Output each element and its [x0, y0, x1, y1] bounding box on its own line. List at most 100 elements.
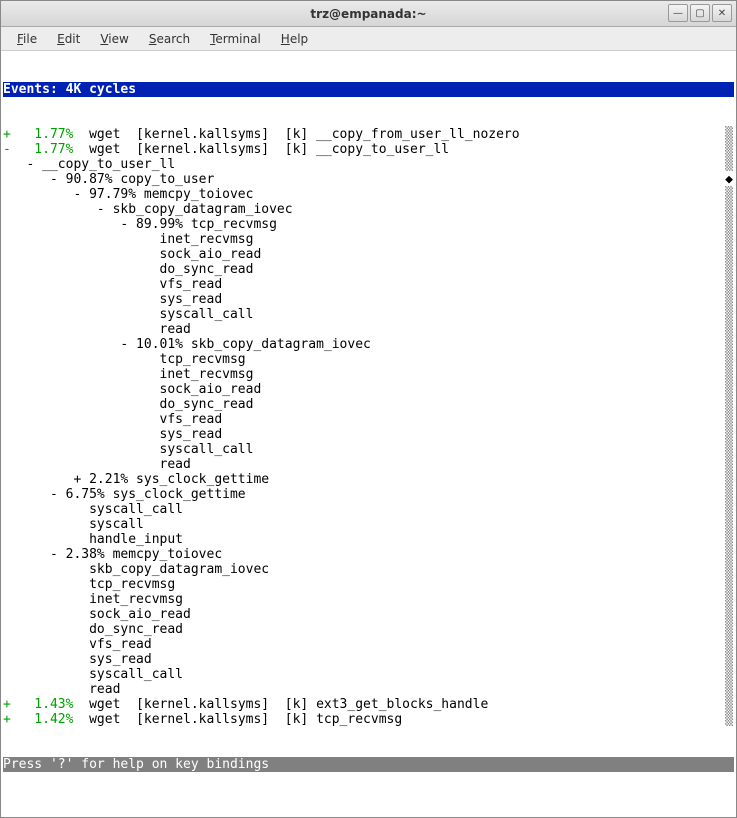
output-line[interactable]: sock_aio_read▒ [3, 382, 734, 397]
scroll-indicator[interactable]: ▒ [724, 697, 734, 712]
output-line[interactable]: read▒ [3, 322, 734, 337]
scroll-indicator[interactable]: ▒ [724, 502, 734, 517]
menu-edit[interactable]: Edit [47, 29, 90, 49]
scroll-indicator[interactable]: ▒ [724, 562, 734, 577]
menu-help[interactable]: Help [271, 29, 318, 49]
scroll-indicator[interactable]: ▒ [724, 457, 734, 472]
scroll-indicator[interactable]: ▒ [724, 622, 734, 637]
output-line[interactable]: - 10.01% skb_copy_datagram_iovec▒ [3, 337, 734, 352]
scroll-indicator[interactable]: ▒ [724, 232, 734, 247]
scroll-indicator[interactable]: ▒ [724, 412, 734, 427]
output-line[interactable]: tcp_recvmsg▒ [3, 577, 734, 592]
scroll-indicator[interactable]: ▒ [724, 442, 734, 457]
output-line[interactable]: + 1.77% wget [kernel.kallsyms] [k] __cop… [3, 127, 734, 142]
events-header: Events: 4K cycles [3, 82, 734, 97]
scroll-indicator[interactable]: ▒ [724, 307, 734, 322]
output-line[interactable]: inet_recvmsg▒ [3, 367, 734, 382]
output-line[interactable]: - 89.99% tcp_recvmsg▒ [3, 217, 734, 232]
output-line[interactable]: do_sync_read▒ [3, 397, 734, 412]
output-line[interactable]: inet_recvmsg▒ [3, 232, 734, 247]
scroll-indicator[interactable]: ▒ [724, 652, 734, 667]
line-content: - 6.75% sys_clock_gettime [3, 487, 724, 502]
output-line[interactable]: skb_copy_datagram_iovec▒ [3, 562, 734, 577]
titlebar[interactable]: trz@empanada:~ — ▢ ✕ [1, 1, 736, 27]
output-line[interactable]: handle_input▒ [3, 532, 734, 547]
scroll-indicator[interactable]: ▒ [724, 127, 734, 142]
line-rest: wget [kernel.kallsyms] [k] ext3_get_bloc… [73, 697, 488, 712]
output-line[interactable]: sys_read▒ [3, 652, 734, 667]
scroll-indicator[interactable]: ▒ [724, 202, 734, 217]
output-line[interactable]: read▒ [3, 457, 734, 472]
output-line[interactable]: + 2.21% sys_clock_gettime▒ [3, 472, 734, 487]
output-line[interactable]: sys_read▒ [3, 427, 734, 442]
output-line[interactable]: sock_aio_read▒ [3, 607, 734, 622]
scroll-indicator[interactable]: ▒ [724, 337, 734, 352]
output-line[interactable]: - 90.87% copy_to_user◆ [3, 172, 734, 187]
output-line[interactable]: syscall_call▒ [3, 442, 734, 457]
scroll-indicator[interactable]: ▒ [724, 277, 734, 292]
output-line[interactable]: read▒ [3, 682, 734, 697]
output-line[interactable]: - __copy_to_user_ll▒ [3, 157, 734, 172]
scroll-indicator[interactable]: ▒ [724, 397, 734, 412]
output-line[interactable]: tcp_recvmsg▒ [3, 352, 734, 367]
line-content: handle_input [3, 532, 724, 547]
scroll-indicator[interactable]: ▒ [724, 682, 734, 697]
output-line[interactable]: vfs_read▒ [3, 412, 734, 427]
output-line[interactable]: + 1.43% wget [kernel.kallsyms] [k] ext3_… [3, 697, 734, 712]
menu-file[interactable]: File [7, 29, 47, 49]
line-content: do_sync_read [3, 262, 724, 277]
scroll-indicator[interactable]: ▒ [724, 532, 734, 547]
scroll-indicator[interactable]: ◆ [724, 172, 734, 187]
output-line[interactable]: sock_aio_read▒ [3, 247, 734, 262]
scroll-indicator[interactable]: ▒ [724, 592, 734, 607]
terminal-output[interactable]: Events: 4K cycles + 1.77% wget [kernel.k… [1, 51, 736, 817]
output-line[interactable]: syscall_call▒ [3, 667, 734, 682]
scroll-indicator[interactable]: ▒ [724, 427, 734, 442]
scroll-indicator[interactable]: ▒ [724, 607, 734, 622]
scroll-indicator[interactable]: ▒ [724, 547, 734, 562]
output-line[interactable]: syscall_call▒ [3, 502, 734, 517]
output-line[interactable]: syscall_call▒ [3, 307, 734, 322]
scroll-indicator[interactable]: ▒ [724, 217, 734, 232]
output-line[interactable]: do_sync_read▒ [3, 622, 734, 637]
window-controls: — ▢ ✕ [668, 4, 732, 22]
scroll-indicator[interactable]: ▒ [724, 577, 734, 592]
output-line[interactable]: + 1.42% wget [kernel.kallsyms] [k] tcp_r… [3, 712, 734, 727]
scroll-indicator[interactable]: ▒ [724, 517, 734, 532]
scroll-indicator[interactable]: ▒ [724, 142, 734, 157]
scroll-indicator[interactable]: ▒ [724, 187, 734, 202]
menu-view[interactable]: View [90, 29, 138, 49]
output-line[interactable]: - 97.79% memcpy_toiovec▒ [3, 187, 734, 202]
output-line[interactable]: - 6.75% sys_clock_gettime▒ [3, 487, 734, 502]
output-line[interactable]: do_sync_read▒ [3, 262, 734, 277]
line-content: - 90.87% copy_to_user [3, 172, 724, 187]
scroll-indicator[interactable]: ▒ [724, 262, 734, 277]
output-line[interactable]: - 1.77% wget [kernel.kallsyms] [k] __cop… [3, 142, 734, 157]
maximize-button[interactable]: ▢ [690, 4, 710, 22]
output-line[interactable]: vfs_read▒ [3, 637, 734, 652]
scroll-indicator[interactable]: ▒ [724, 637, 734, 652]
scroll-indicator[interactable]: ▒ [724, 667, 734, 682]
output-line[interactable]: - skb_copy_datagram_iovec▒ [3, 202, 734, 217]
scroll-indicator[interactable]: ▒ [724, 352, 734, 367]
scroll-indicator[interactable]: ▒ [724, 247, 734, 262]
menu-terminal[interactable]: Terminal [200, 29, 271, 49]
output-line[interactable]: sys_read▒ [3, 292, 734, 307]
line-content: sys_read [3, 652, 724, 667]
scroll-indicator[interactable]: ▒ [724, 487, 734, 502]
scroll-indicator[interactable]: ▒ [724, 367, 734, 382]
scroll-indicator[interactable]: ▒ [724, 157, 734, 172]
output-line[interactable]: inet_recvmsg▒ [3, 592, 734, 607]
scroll-indicator[interactable]: ▒ [724, 382, 734, 397]
output-line[interactable]: syscall▒ [3, 517, 734, 532]
line-content: sys_read [3, 427, 724, 442]
scroll-indicator[interactable]: ▒ [724, 322, 734, 337]
menu-search[interactable]: Search [139, 29, 200, 49]
scroll-indicator[interactable]: ▒ [724, 472, 734, 487]
output-line[interactable]: vfs_read▒ [3, 277, 734, 292]
close-button[interactable]: ✕ [712, 4, 732, 22]
minimize-button[interactable]: — [668, 4, 688, 22]
output-line[interactable]: - 2.38% memcpy_toiovec▒ [3, 547, 734, 562]
scroll-indicator[interactable]: ▒ [724, 292, 734, 307]
scroll-indicator[interactable]: ▒ [724, 712, 734, 727]
